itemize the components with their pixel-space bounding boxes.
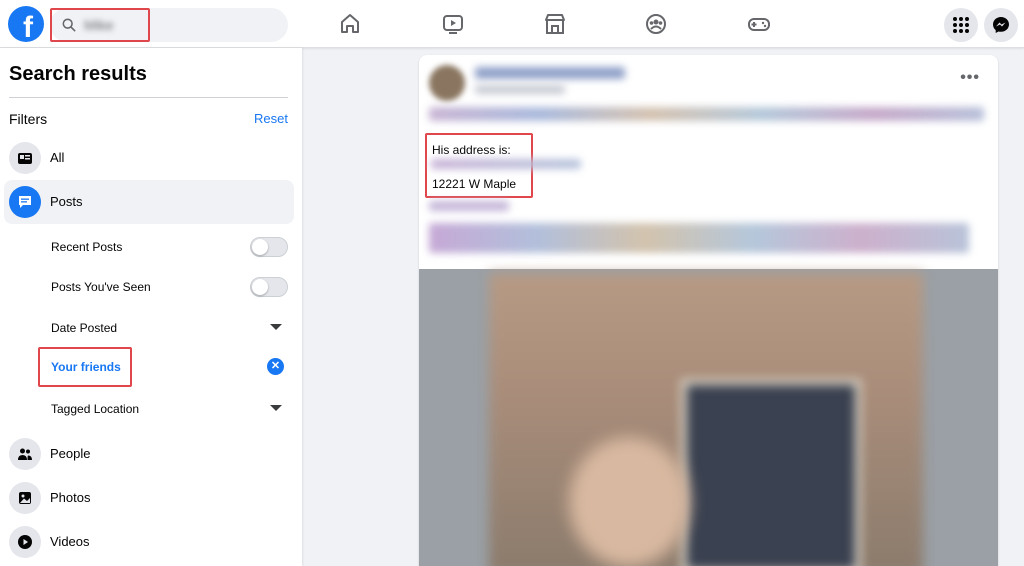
top-navigation-bar: f Mike [0, 0, 1024, 48]
date-posted-dropdown[interactable]: Date Posted [51, 321, 117, 335]
filters-label: Filters [9, 111, 48, 127]
recent-posts-toggle[interactable] [250, 237, 288, 257]
sidebar-item-photos[interactable]: Photos [4, 476, 294, 520]
sidebar-item-label: Photos [50, 490, 91, 505]
menu-grid-button[interactable] [944, 8, 978, 42]
photos-icon [9, 482, 41, 514]
search-filters-sidebar: Search results Filters Reset All Posts R… [0, 48, 302, 566]
videos-icon [9, 526, 41, 558]
clear-filter-icon[interactable]: ✕ [267, 358, 284, 375]
toggle-knob [252, 239, 268, 255]
gaming-icon[interactable] [747, 12, 771, 36]
sidebar-item-label: All [50, 150, 65, 165]
chevron-down-icon[interactable] [270, 405, 282, 411]
search-highlight-box [50, 8, 150, 42]
messenger-icon [993, 17, 1009, 33]
messenger-button[interactable] [984, 8, 1018, 42]
sidebar-item-all[interactable]: All [4, 136, 294, 180]
post-text-redacted [429, 223, 969, 253]
divider [9, 97, 288, 98]
reset-filters-link[interactable]: Reset [254, 111, 288, 126]
groups-icon[interactable] [644, 12, 668, 36]
facebook-logo[interactable]: f [8, 6, 44, 42]
post-text-redacted [429, 201, 509, 211]
photo-content [569, 437, 689, 566]
your-friends-filter[interactable]: Your friends [51, 360, 121, 374]
posts-seen-label: Posts You've Seen [51, 280, 151, 294]
recent-posts-label: Recent Posts [51, 240, 123, 254]
menu-grid-icon [953, 17, 969, 33]
sidebar-item-label: Videos [50, 534, 90, 549]
sidebar-item-people[interactable]: People [4, 432, 294, 476]
avatar[interactable] [429, 65, 465, 101]
more-options-button[interactable]: ••• [960, 69, 980, 87]
all-results-icon [9, 142, 41, 174]
posts-seen-toggle[interactable] [250, 277, 288, 297]
sidebar-item-posts[interactable]: Posts [4, 180, 294, 224]
post-text-line: 12221 W Maple [432, 177, 517, 191]
marketplace-icon[interactable] [543, 12, 567, 36]
post-text-line: His address is: [432, 143, 511, 157]
sidebar-item-label: People [50, 446, 91, 461]
post-card: ••• His address is: 12221 W Maple [419, 55, 998, 566]
post-text-redacted [429, 107, 984, 121]
sidebar-item-videos[interactable]: Videos [4, 520, 294, 564]
post-text-redacted [431, 159, 581, 169]
author-name-redacted [475, 67, 625, 79]
post-photo[interactable] [419, 269, 998, 566]
home-icon[interactable] [338, 12, 362, 36]
toggle-knob [252, 279, 268, 295]
page-title: Search results [9, 63, 147, 85]
sidebar-item-label: Posts [50, 194, 83, 209]
chevron-down-icon[interactable] [270, 324, 282, 330]
posts-icon [9, 186, 41, 218]
post-timestamp-redacted [475, 85, 565, 94]
watch-icon[interactable] [441, 12, 465, 36]
tagged-location-dropdown[interactable]: Tagged Location [51, 402, 139, 416]
people-icon [9, 438, 41, 470]
photo-content [681, 379, 861, 566]
